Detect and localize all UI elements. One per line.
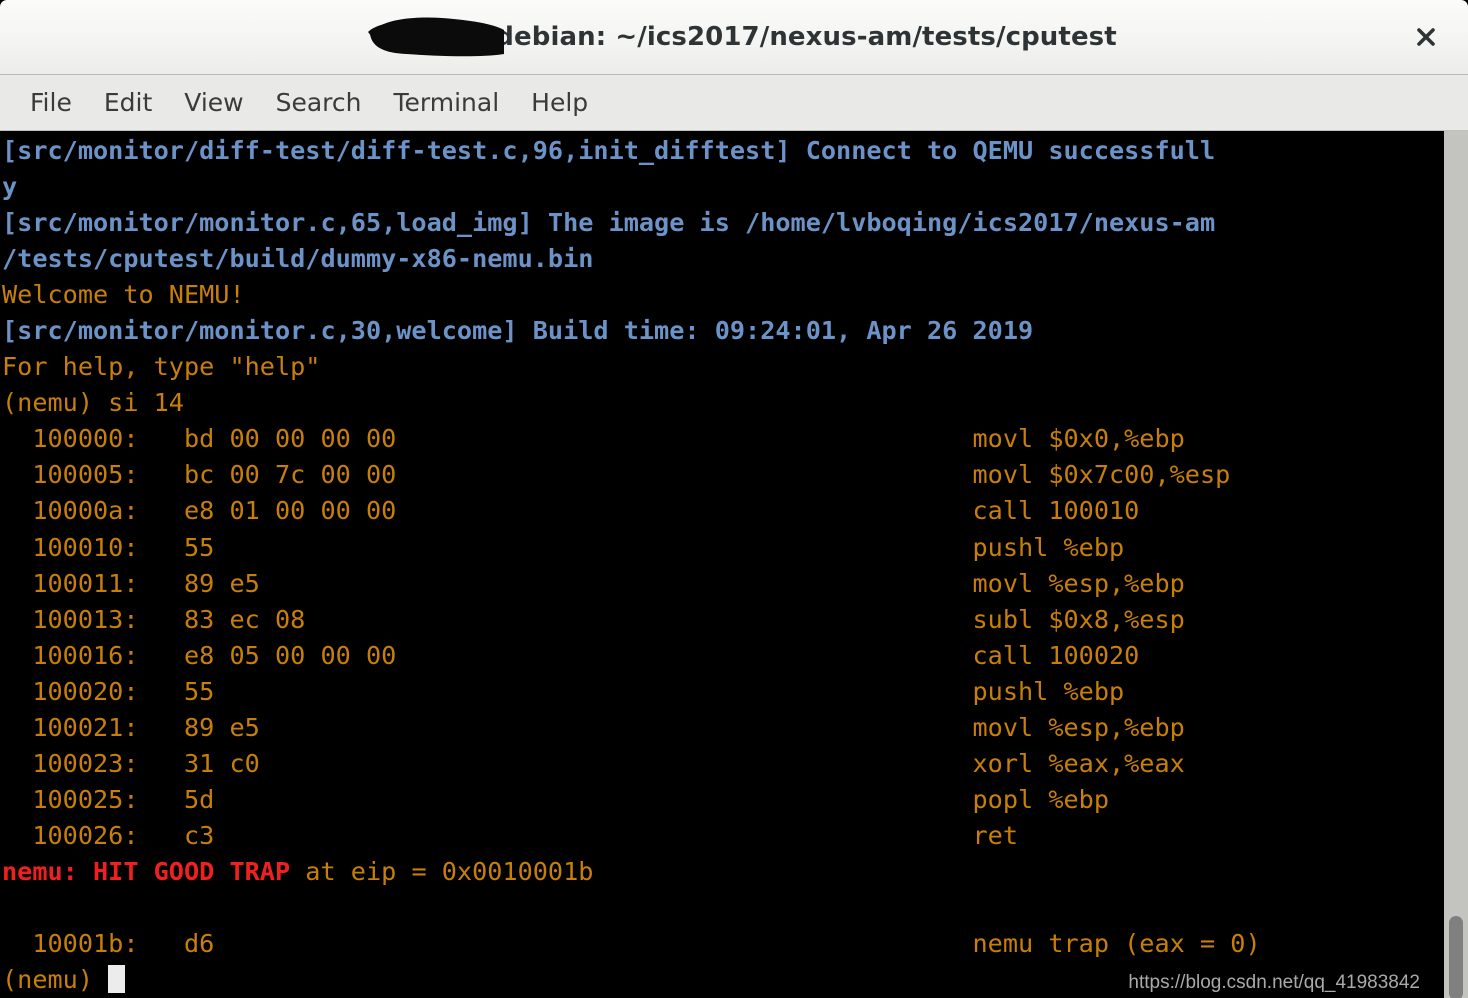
terminal-scrollbar[interactable]: [1444, 131, 1468, 998]
menu-bar: File Edit View Search Terminal Help: [0, 75, 1468, 131]
terminal-text-segment: 100011: 89 e5 movl %esp,%ebp: [2, 568, 1185, 598]
terminal-line: nemu: HIT GOOD TRAP at eip = 0x0010001b: [2, 854, 1444, 890]
terminal-line: (nemu) si 14: [2, 385, 1444, 421]
terminal-text-segment: at eip = 0x0010001b: [290, 856, 594, 886]
terminal-text-segment: 100025: 5d popl %ebp: [2, 784, 1109, 814]
terminal-text-segment: (nemu) si 14: [2, 388, 184, 418]
terminal-line: 100021: 89 e5 movl %esp,%ebp: [2, 710, 1444, 746]
terminal-line: 100020: 55 pushl %ebp: [2, 674, 1444, 710]
terminal-line-list: [src/monitor/diff-test/diff-test.c,96,in…: [0, 131, 1444, 998]
terminal-line: 100013: 83 ec 08 subl $0x8,%esp: [2, 602, 1444, 638]
terminal-line: 100011: 89 e5 movl %esp,%ebp: [2, 566, 1444, 602]
close-icon: [1417, 28, 1435, 46]
terminal-line: 100026: c3 ret: [2, 818, 1444, 854]
terminal-text-segment: 10000a: e8 01 00 00 00 call 100010: [2, 496, 1140, 526]
terminal-line: 100005: bc 00 7c 00 00 movl $0x7c00,%esp: [2, 457, 1444, 493]
terminal-line: 10001b: d6 nemu trap (eax = 0): [2, 926, 1444, 962]
terminal-text-segment: nemu: HIT GOOD TRAP: [2, 856, 291, 886]
terminal-window: @debian: ~/ics2017/nexus-am/tests/cputes…: [0, 0, 1468, 998]
terminal-text-segment: y: [2, 172, 18, 202]
menu-item-search[interactable]: Search: [260, 84, 378, 121]
terminal-line: y: [2, 169, 1444, 205]
terminal-line: 100016: e8 05 00 00 00 call 100020: [2, 638, 1444, 674]
terminal-line: Welcome to NEMU!: [2, 277, 1444, 313]
scrollbar-thumb[interactable]: [1449, 916, 1463, 998]
terminal-line: /tests/cputest/build/dummy-x86-nemu.bin: [2, 241, 1444, 277]
terminal-text-segment: /tests/cputest/build/dummy-x86-nemu.bin: [2, 244, 594, 274]
terminal-line: [src/monitor/monitor.c,30,welcome] Build…: [2, 313, 1444, 349]
window-titlebar: @debian: ~/ics2017/nexus-am/tests/cputes…: [0, 0, 1468, 75]
terminal-line: [src/monitor/diff-test/diff-test.c,96,in…: [2, 133, 1444, 169]
terminal-text-segment: 100010: 55 pushl %ebp: [2, 532, 1125, 562]
terminal-text-segment: 100020: 55 pushl %ebp: [2, 676, 1125, 706]
watermark-text: https://blog.csdn.net/qq_41983842: [1128, 972, 1420, 993]
terminal-text-segment: Welcome to NEMU!: [2, 280, 245, 310]
terminal-text-segment: 100016: e8 05 00 00 00 call 100020: [2, 640, 1140, 670]
terminal-text-segment: [src/monitor/diff-test/diff-test.c,96,in…: [2, 136, 1216, 165]
terminal-prompt: (nemu): [2, 965, 109, 995]
terminal-text-segment: 100000: bd 00 00 00 00 movl $0x0,%ebp: [2, 424, 1185, 454]
terminal-line: 100000: bd 00 00 00 00 movl $0x0,%ebp: [2, 421, 1444, 457]
menu-item-terminal[interactable]: Terminal: [377, 84, 515, 121]
terminal-line: 100023: 31 c0 xorl %eax,%eax: [2, 746, 1444, 782]
terminal-text-segment: [src/monitor/monitor.c,30,welcome] Build…: [2, 316, 1034, 346]
terminal-line: 10000a: e8 01 00 00 00 call 100010: [2, 493, 1444, 529]
window-title: @debian: ~/ics2017/nexus-am/tests/cputes…: [469, 22, 1117, 52]
terminal-text-segment: 100005: bc 00 7c 00 00 movl $0x7c00,%esp: [2, 460, 1231, 490]
terminal-text-segment: 10001b: d6 nemu trap (eax = 0): [2, 929, 1261, 959]
terminal-line: [src/monitor/monitor.c,65,load_img] The …: [2, 205, 1444, 241]
terminal-output[interactable]: [src/monitor/diff-test/diff-test.c,96,in…: [0, 131, 1444, 998]
terminal-area: [src/monitor/diff-test/diff-test.c,96,in…: [0, 131, 1468, 998]
close-button[interactable]: [1406, 17, 1446, 57]
menu-item-view[interactable]: View: [168, 84, 259, 121]
terminal-text-segment: 100026: c3 ret: [2, 820, 1018, 850]
terminal-text-segment: For help, type "help": [2, 352, 321, 382]
menu-item-file[interactable]: File: [14, 84, 88, 121]
menu-item-help[interactable]: Help: [515, 84, 604, 121]
terminal-cursor: [108, 965, 126, 994]
terminal-text-segment: 100013: 83 ec 08 subl $0x8,%esp: [2, 604, 1185, 634]
terminal-text-segment: [src/monitor/monitor.c,65,load_img] The …: [2, 208, 1216, 238]
terminal-text-segment: 100021: 89 e5 movl %esp,%ebp: [2, 712, 1185, 742]
terminal-line: 100025: 5d popl %ebp: [2, 782, 1444, 818]
terminal-line: 100010: 55 pushl %ebp: [2, 530, 1444, 566]
terminal-text-segment: 100023: 31 c0 xorl %eax,%eax: [2, 748, 1185, 778]
terminal-line: For help, type "help": [2, 349, 1444, 385]
menu-item-edit[interactable]: Edit: [88, 84, 168, 121]
